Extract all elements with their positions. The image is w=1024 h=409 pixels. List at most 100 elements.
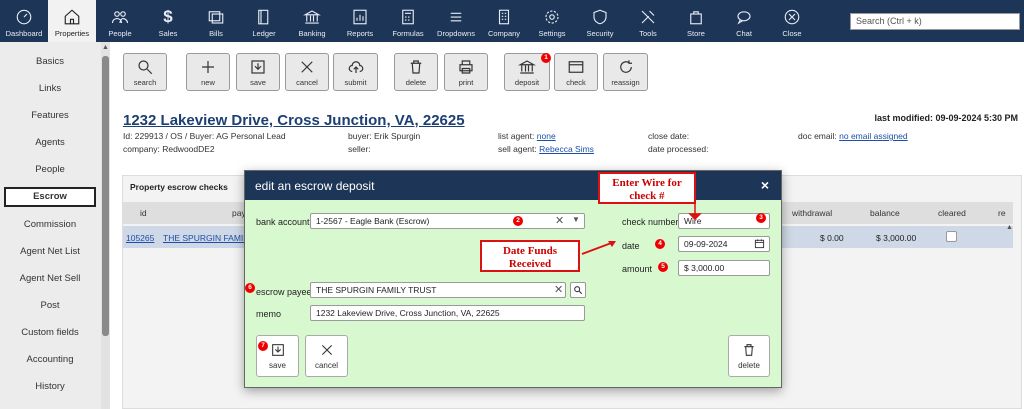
close-icon <box>301 60 313 73</box>
col-re[interactable]: re <box>998 208 1006 218</box>
nav-sales[interactable]: $ Sales <box>144 0 192 42</box>
property-title[interactable]: 1232 Lakeview Drive, Cross Junction, VA,… <box>123 112 465 129</box>
row-id-link[interactable]: 105265 <box>126 233 154 243</box>
check-button[interactable]: check <box>554 53 598 91</box>
nav-company[interactable]: Company <box>480 0 528 42</box>
sidebar-item-escrow[interactable]: Escrow <box>4 187 96 207</box>
calendar-icon[interactable] <box>754 238 765 249</box>
refresh-icon <box>619 59 632 73</box>
printer-icon <box>459 59 473 74</box>
sidebar-item-post[interactable]: Post <box>4 296 96 316</box>
global-search-input[interactable]: Search (Ctrl + k) <box>850 13 1020 30</box>
sidebar-item-commission[interactable]: Commission <box>4 215 96 235</box>
nav-chat[interactable]: Chat <box>720 0 768 42</box>
last-modified: last modified: 09-09-2024 5:30 PM <box>874 113 1018 123</box>
clear-icon[interactable]: ✕ <box>554 283 563 296</box>
save-button[interactable]: save <box>236 53 280 91</box>
date-label: date <box>622 241 640 251</box>
nav-settings[interactable]: Settings <box>528 0 576 42</box>
nav-store[interactable]: Store <box>672 0 720 42</box>
sidebar-item-links[interactable]: Links <box>4 79 96 99</box>
sell-agent-link[interactable]: Rebecca Sims <box>539 144 594 154</box>
payee-search-button[interactable] <box>570 282 586 298</box>
col-balance[interactable]: balance <box>870 208 900 218</box>
nav-close[interactable]: Close <box>768 0 816 42</box>
dialog-cancel-button[interactable]: cancel <box>305 335 348 377</box>
close-icon <box>321 344 332 356</box>
sidebar-scroll-thumb[interactable] <box>102 56 109 336</box>
cancel-button[interactable]: cancel <box>285 53 329 91</box>
row-cleared-checkbox[interactable] <box>946 231 957 242</box>
button-label: save <box>250 77 266 87</box>
nav-ledger[interactable]: Ledger <box>240 0 288 42</box>
search-button[interactable]: search <box>123 53 167 91</box>
nav-properties[interactable]: Properties <box>48 0 96 42</box>
row-balance: $ 3,000.00 <box>876 233 917 243</box>
sidebar-item-history[interactable]: History <box>4 377 96 397</box>
reassign-button[interactable]: reassign <box>603 53 648 91</box>
nav-security[interactable]: Security <box>576 0 624 42</box>
delete-button[interactable]: delete <box>394 53 438 91</box>
scroll-up-icon[interactable]: ▲ <box>1006 224 1013 231</box>
dialog-delete-button[interactable]: delete <box>728 335 770 377</box>
print-button[interactable]: print <box>444 53 488 91</box>
nav-banking[interactable]: Banking <box>288 0 336 42</box>
chevron-down-icon[interactable]: ▼ <box>572 215 580 224</box>
sidebar-item-custom-fields[interactable]: Custom fields <box>4 323 96 343</box>
close-date: close date: <box>648 131 690 141</box>
submit-button[interactable]: submit <box>333 53 378 91</box>
nav-formulas[interactable]: Formulas <box>384 0 432 42</box>
nav-dashboard[interactable]: Dashboard <box>0 0 48 42</box>
callout-arrow <box>688 202 702 220</box>
list-agent-link[interactable]: none <box>537 131 556 141</box>
nav-label: People <box>108 29 132 38</box>
doc-email-link[interactable]: no email assigned <box>839 131 908 141</box>
building-icon <box>498 9 510 25</box>
sidebar-item-people[interactable]: People <box>4 160 96 180</box>
nav-dropdowns[interactable]: Dropdowns <box>432 0 480 42</box>
sidebar-item-features[interactable]: Features <box>4 106 96 126</box>
nav-people[interactable]: People <box>96 0 144 42</box>
doc-email-label: doc email: <box>798 131 837 141</box>
sidebar-item-basics[interactable]: Basics <box>4 52 96 72</box>
nav-label: Chat <box>736 29 752 38</box>
row-payee-link[interactable]: THE SPURGIN FAMILY <box>163 233 253 243</box>
step-badge-7: 7 <box>258 341 268 351</box>
bank-account-select[interactable]: 1-2567 - Eagle Bank (Escrow) <box>310 213 585 229</box>
clear-icon[interactable]: ✕ <box>555 214 564 227</box>
step-badge-5: 5 <box>658 262 668 272</box>
sidebar-item-agents[interactable]: Agents <box>4 133 96 153</box>
col-cleared[interactable]: cleared <box>938 208 966 218</box>
scroll-up-icon[interactable]: ▲ <box>101 44 110 51</box>
nav-tools[interactable]: Tools <box>624 0 672 42</box>
sell-agent: sell agent: Rebecca Sims <box>498 144 594 154</box>
dialog-close-button[interactable]: × <box>761 177 769 193</box>
col-id[interactable]: id <box>140 208 147 218</box>
escrow-payee-input[interactable]: THE SPURGIN FAMILY TRUST <box>310 282 566 298</box>
property-company: company: RedwoodDE2 <box>123 144 215 154</box>
amount-label: amount <box>622 264 653 274</box>
nav-label: Company <box>487 29 521 38</box>
sidebar-item-accounting[interactable]: Accounting <box>4 350 96 370</box>
window-icon <box>568 60 584 73</box>
callout-arrow <box>581 241 616 255</box>
sell-agent-label: sell agent: <box>498 144 537 154</box>
nav-reports[interactable]: Reports <box>336 0 384 42</box>
tools-icon <box>641 10 655 24</box>
memo-label: memo <box>256 309 282 319</box>
button-label: delete <box>405 77 427 87</box>
new-button[interactable]: new <box>186 53 230 91</box>
button-label: print <box>458 77 474 87</box>
button-label: cancel <box>314 361 339 370</box>
amount-input[interactable]: $ 3,000.00 <box>678 260 770 276</box>
trash-icon <box>410 59 422 74</box>
step-badge-6: 6 <box>245 283 255 293</box>
col-withdrawal[interactable]: withdrawal <box>792 208 832 218</box>
sidebar-item-agent-net-sell[interactable]: Agent Net Sell <box>4 269 96 289</box>
chat-icon <box>737 11 751 25</box>
nav-bills[interactable]: Bills <box>192 0 240 42</box>
sidebar-item-agent-net-list[interactable]: Agent Net List <box>4 242 96 262</box>
dialog-title: edit an escrow deposit <box>255 179 375 193</box>
bank-icon <box>303 10 321 24</box>
memo-input[interactable]: 1232 Lakeview Drive, Cross Junction, VA,… <box>310 305 585 321</box>
